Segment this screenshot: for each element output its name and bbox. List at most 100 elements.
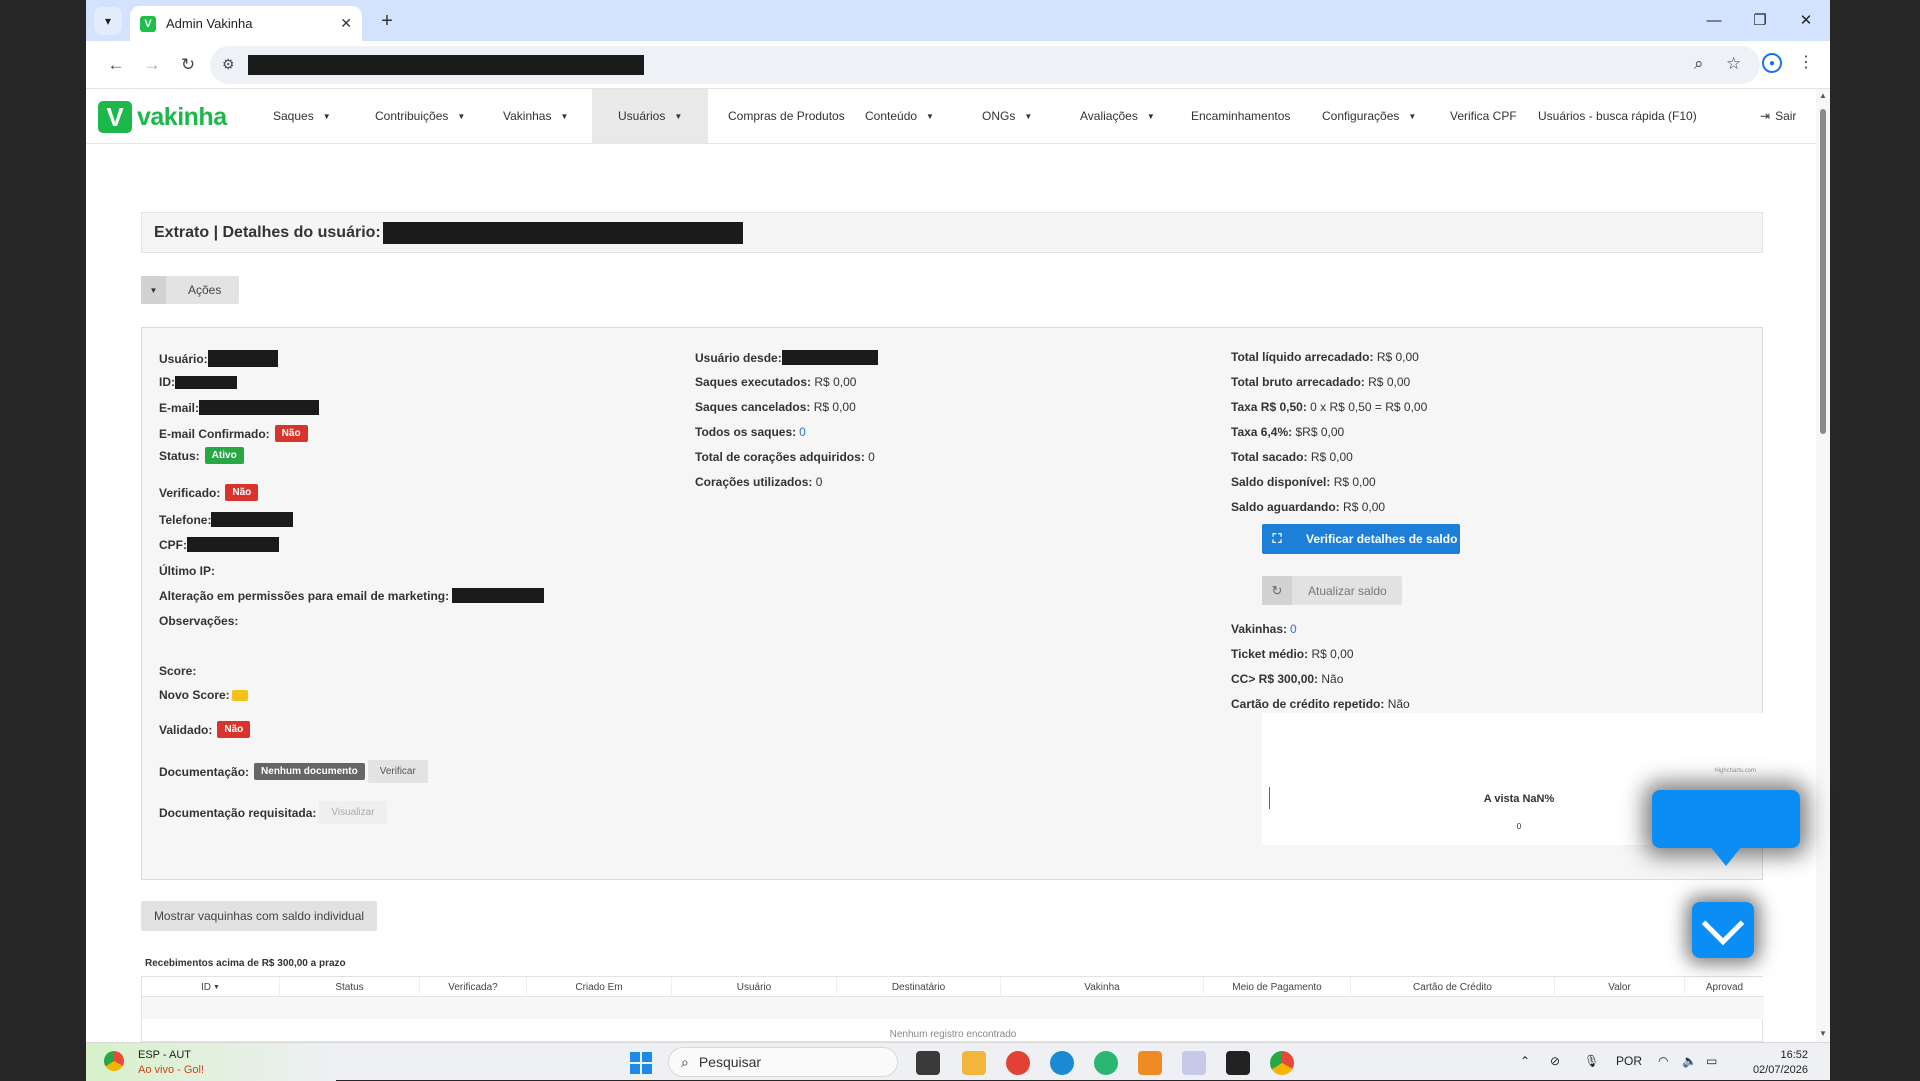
page-scrollbar[interactable]: ▲ ▼ <box>1816 89 1830 1042</box>
clock-time[interactable]: 16:52 <box>1748 1049 1808 1061</box>
header-label: ID <box>201 981 212 993</box>
chrome-profile-icon[interactable] <box>1006 1051 1030 1075</box>
address-bar[interactable]: ⚙ ⌕ ☆ <box>210 46 1760 84</box>
label: Saques cancelados: <box>695 400 811 414</box>
nav-item-saques[interactable]: Saques ▼ <box>261 89 343 143</box>
logout-link[interactable]: ⇥ Sair <box>1756 89 1800 143</box>
vakinhas-link[interactable]: 0 <box>1290 622 1297 636</box>
terminal-icon[interactable] <box>1226 1051 1250 1075</box>
snipping-tool-icon[interactable] <box>1182 1051 1206 1075</box>
vakinha-logo[interactable]: V vakinha <box>98 101 227 133</box>
scroll-thumb[interactable] <box>1820 109 1826 434</box>
th-status[interactable]: Status <box>280 977 420 997</box>
th-verificada[interactable]: Verificada? <box>420 977 527 997</box>
field-coracoes-adquiridos: Total de corações adquiridos: 0 <box>695 450 875 464</box>
scroll-down-icon[interactable]: ▼ <box>1819 1029 1827 1038</box>
maximize-icon[interactable]: ❐ <box>1740 6 1780 34</box>
label: Total sacado: <box>1231 450 1308 464</box>
th-destinatario[interactable]: Destinatário <box>837 977 1001 997</box>
nav-item-vakinhas[interactable]: Vakinhas ▼ <box>491 89 580 143</box>
table-header: ID ▼ Status Verificada? Criado Em Usuário… <box>142 977 1764 997</box>
chevron-down-icon[interactable]: ▾ <box>94 7 122 35</box>
visualizar-button[interactable]: Visualizar <box>319 801 387 824</box>
chart-credit: Highcharts.com <box>1714 768 1756 774</box>
language-indicator[interactable]: POR <box>1616 1054 1642 1068</box>
nav-item-conteudo[interactable]: Conteúdo ▼ <box>853 89 946 143</box>
th-meio-pagamento[interactable]: Meio de Pagamento <box>1204 977 1351 997</box>
th-aprovado[interactable]: Aprovad <box>1685 977 1764 997</box>
wifi-icon[interactable]: ◠ <box>1658 1054 1668 1068</box>
th-valor[interactable]: Valor <box>1555 977 1685 997</box>
label: Ticket médio: <box>1231 647 1309 661</box>
close-icon[interactable]: ✕ <box>340 15 352 32</box>
nav-item-compras-produtos[interactable]: Compras de Produtos <box>716 89 857 143</box>
file-explorer-icon[interactable] <box>962 1051 986 1075</box>
reload-icon[interactable]: ↻ <box>174 51 202 79</box>
network-off-icon[interactable]: ⊘ <box>1550 1054 1560 1068</box>
nav-label: Vakinhas <box>503 109 552 123</box>
th-usuario[interactable]: Usuário <box>672 977 837 997</box>
more-menu-icon[interactable]: ⋮ <box>1798 52 1814 72</box>
verificar-detalhes-saldo-button[interactable]: ⛶ Verificar detalhes de saldo <box>1262 524 1460 554</box>
status-badge: Não <box>274 425 308 442</box>
label: Total bruto arrecadado: <box>1231 375 1365 389</box>
nav-item-avaliacoes[interactable]: Avaliações ▼ <box>1068 89 1167 143</box>
actions-dropdown-button[interactable]: ▼ Ações <box>141 276 240 304</box>
chat-toggle-button[interactable] <box>1692 902 1754 958</box>
edge-dev-icon[interactable] <box>1094 1051 1118 1075</box>
nav-item-configuracoes[interactable]: Configurações ▼ <box>1310 89 1428 143</box>
th-vakinha[interactable]: Vakinha <box>1001 977 1204 997</box>
new-tab-plus-icon[interactable]: + <box>374 8 400 34</box>
chat-bubble[interactable] <box>1652 790 1800 848</box>
nav-item-verifica-cpf[interactable]: Verifica CPF <box>1438 89 1529 143</box>
label: Total líquido arrecadado: <box>1231 350 1374 364</box>
th-criado-em[interactable]: Criado Em <box>527 977 672 997</box>
tab-title: Admin Vakinha <box>166 16 253 31</box>
volume-icon[interactable]: 🔈 <box>1682 1054 1697 1068</box>
th-cartao-credito[interactable]: Cartão de Crédito <box>1351 977 1555 997</box>
th-id[interactable]: ID ▼ <box>142 977 280 997</box>
microphone-icon[interactable]: 🎙 <box>1584 1054 1599 1068</box>
profile-icon[interactable]: ● <box>1762 53 1782 73</box>
field-observacoes: Observações: <box>159 614 238 628</box>
atualizar-saldo-button[interactable]: ↻ Atualizar saldo <box>1262 576 1402 605</box>
back-arrow-icon[interactable]: ← <box>102 51 130 79</box>
edge-icon[interactable] <box>1050 1051 1074 1075</box>
empty-message: Nenhum registro encontrado <box>889 1029 1017 1040</box>
browser-tab[interactable]: V Admin Vakinha ✕ <box>130 6 362 41</box>
bookmark-star-icon[interactable]: ☆ <box>1726 54 1741 74</box>
chrome-icon[interactable] <box>1270 1051 1294 1075</box>
field-ticket-medio: Ticket médio: R$ 0,00 <box>1231 647 1354 661</box>
nav-item-busca-rapida[interactable]: Usuários - busca rápida (F10) <box>1526 89 1709 143</box>
nav-item-contribuicoes[interactable]: Contribuições ▼ <box>363 89 477 143</box>
clock-date[interactable]: 02/07/2026 <box>1748 1064 1808 1076</box>
news-widget[interactable]: ESP - AUT Ao vivo - Gol! <box>86 1043 336 1081</box>
taskbar-search[interactable]: ⌕ Pesquisar <box>668 1047 898 1077</box>
todos-saques-link[interactable]: 0 <box>799 425 806 439</box>
task-view-icon[interactable] <box>916 1051 940 1075</box>
site-settings-icon[interactable]: ⚙ <box>222 56 235 73</box>
nav-item-ongs[interactable]: ONGs ▼ <box>970 89 1044 143</box>
field-id: ID: <box>159 375 237 389</box>
nav-item-encaminhamentos[interactable]: Encaminhamentos <box>1179 89 1302 143</box>
battery-icon[interactable]: ▭ <box>1706 1054 1717 1068</box>
actions-label: Ações <box>188 283 222 297</box>
mostrar-vaquinhas-button[interactable]: Mostrar vaquinhas com saldo individual <box>141 901 377 931</box>
nav-label: Conteúdo <box>865 109 918 123</box>
verificar-button[interactable]: Verificar <box>367 760 428 783</box>
forward-arrow-icon[interactable]: → <box>138 51 166 79</box>
windows-start-icon[interactable] <box>630 1052 652 1074</box>
scroll-up-icon[interactable]: ▲ <box>1819 91 1827 100</box>
label: Cartão de crédito repetido: <box>1231 697 1385 711</box>
close-window-icon[interactable]: ✕ <box>1786 6 1826 34</box>
caret-down-icon: ▼ <box>141 276 166 304</box>
nav-item-usuarios[interactable]: Usuários ▼ <box>592 89 709 143</box>
sublime-text-icon[interactable] <box>1138 1051 1162 1075</box>
label: Score: <box>159 664 197 678</box>
value: R$ 0,00 <box>1343 500 1386 514</box>
zoom-icon[interactable]: ⌕ <box>1694 54 1704 74</box>
minimize-icon[interactable]: — <box>1694 6 1734 34</box>
tray-expand-icon[interactable]: ⌃ <box>1520 1054 1530 1068</box>
status-badge: Não <box>225 484 259 501</box>
caret-down-icon: ▼ <box>674 111 683 121</box>
